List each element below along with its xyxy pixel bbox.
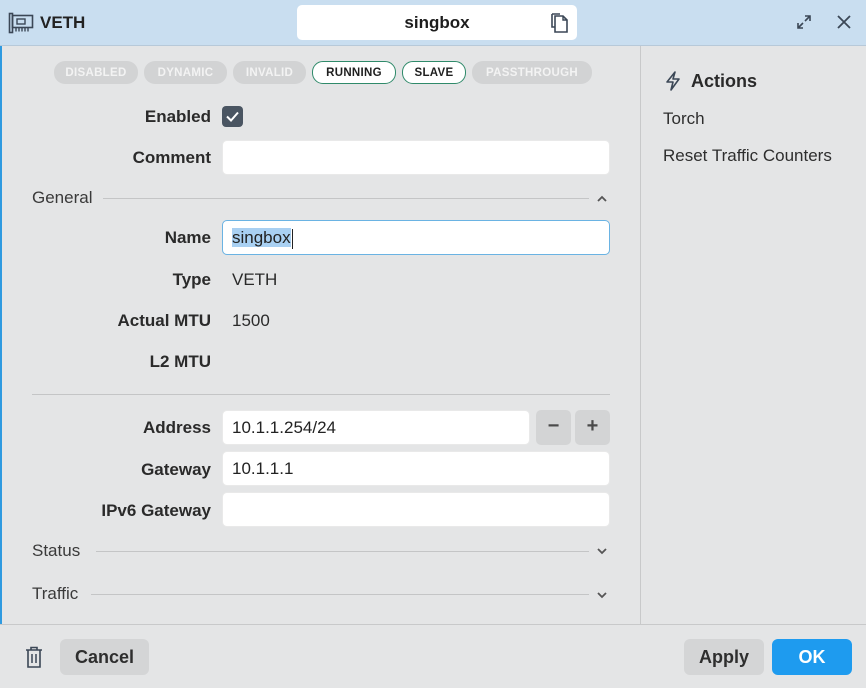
address-field[interactable]: 10.1.1.254/24	[222, 410, 530, 445]
general-section-title: General	[32, 188, 93, 207]
traffic-divider	[91, 594, 589, 595]
text-caret	[291, 228, 293, 249]
l2-mtu-label: L2 MTU	[149, 352, 211, 371]
window-type-label: VETH	[40, 13, 86, 32]
cancel-button[interactable]: Cancel	[60, 639, 149, 675]
window-title: singbox	[297, 5, 577, 40]
window-title-text: singbox	[404, 13, 470, 32]
name-value: singbox	[232, 228, 291, 247]
expand-icon[interactable]	[795, 13, 813, 31]
focus-indicator	[0, 46, 2, 688]
apply-button[interactable]: Apply	[684, 639, 764, 675]
flag-passthrough: PASSTHROUGH	[472, 61, 592, 84]
traffic-section-title[interactable]: Traffic	[32, 584, 78, 604]
chevron-down-icon[interactable]	[596, 590, 608, 600]
type-label: Type	[172, 270, 211, 289]
type-value: VETH	[232, 270, 278, 289]
chevron-down-icon[interactable]	[596, 546, 608, 556]
gateway-field[interactable]: 10.1.1.1	[222, 451, 610, 486]
ipv6-gateway-field[interactable]	[222, 492, 610, 527]
chevron-up-icon[interactable]	[596, 194, 608, 204]
trash-icon[interactable]	[23, 645, 45, 669]
actual-mtu-value: 1500	[232, 311, 270, 330]
flag-running: RUNNING	[312, 61, 396, 84]
enabled-checkbox[interactable]	[222, 106, 243, 127]
network-card-icon	[8, 12, 34, 34]
actual-mtu-label: Actual MTU	[117, 311, 212, 330]
copy-icon[interactable]	[549, 12, 569, 34]
lightning-icon	[666, 71, 680, 91]
flag-invalid: INVALID	[233, 61, 306, 84]
flag-disabled: DISABLED	[54, 61, 138, 84]
actions-panel	[641, 46, 866, 624]
ipv6-gateway-label: IPv6 Gateway	[101, 501, 211, 520]
actions-header: Actions	[663, 70, 757, 92]
general-divider	[103, 198, 589, 199]
enabled-label: Enabled	[144, 107, 211, 126]
status-section-title[interactable]: Status	[32, 541, 80, 561]
gateway-label: Gateway	[141, 460, 211, 479]
actions-title: Actions	[691, 70, 758, 91]
section-divider	[32, 394, 610, 395]
comment-label: Comment	[132, 148, 211, 167]
check-icon	[226, 111, 239, 122]
add-address-button[interactable]: +	[575, 410, 610, 445]
remove-address-button[interactable]: −	[536, 410, 571, 445]
status-flags: DISABLED DYNAMIC INVALID RUNNING SLAVE P…	[54, 61, 592, 84]
name-field[interactable]: singbox	[222, 220, 610, 255]
flag-slave: SLAVE	[402, 61, 466, 84]
form-panel	[2, 46, 640, 624]
comment-field[interactable]	[222, 140, 610, 175]
flag-dynamic: DYNAMIC	[144, 61, 227, 84]
close-icon[interactable]	[835, 13, 853, 31]
action-torch[interactable]: Torch	[663, 109, 705, 129]
ok-button[interactable]: OK	[772, 639, 852, 675]
status-divider	[96, 551, 589, 552]
action-reset-traffic-counters[interactable]: Reset Traffic Counters	[663, 146, 832, 166]
name-label: Name	[164, 228, 211, 247]
address-label: Address	[142, 418, 211, 437]
window-type: VETH	[8, 11, 85, 35]
